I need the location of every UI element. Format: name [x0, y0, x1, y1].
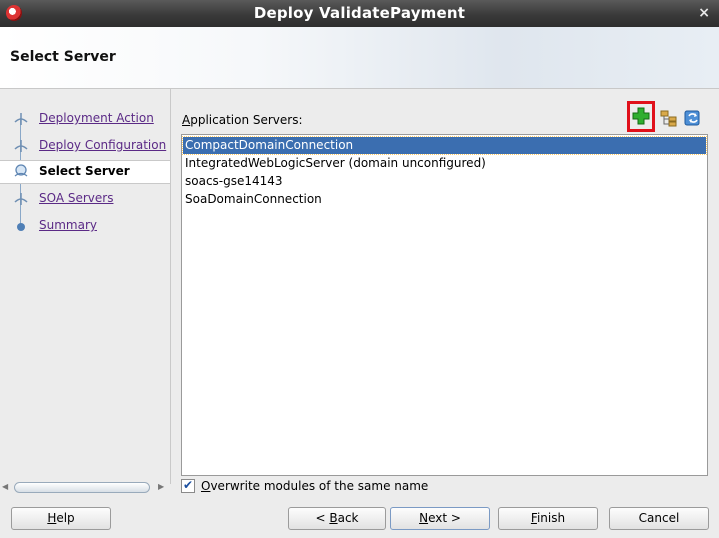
- step-label: Summary: [39, 218, 97, 232]
- step-deploy-configuration[interactable]: Deploy Configuration: [0, 135, 170, 157]
- step-label: SOA Servers: [39, 191, 114, 205]
- scroll-thumb[interactable]: [14, 482, 150, 493]
- application-servers-list[interactable]: CompactDomainConnection IntegratedWebLog…: [181, 134, 708, 476]
- step-label: Deployment Action: [39, 111, 154, 125]
- cancel-button[interactable]: Cancel: [609, 507, 709, 530]
- step-soa-servers[interactable]: SOA Servers: [0, 188, 170, 210]
- refresh-servers-button[interactable]: [683, 108, 707, 132]
- panel-divider: [170, 89, 171, 484]
- add-plus-icon: [632, 107, 650, 125]
- back-button[interactable]: < Back: [288, 507, 386, 530]
- step-label: Deploy Configuration: [39, 138, 167, 152]
- add-server-button[interactable]: [631, 106, 655, 130]
- next-button[interactable]: Next >: [390, 507, 490, 530]
- step-label: Select Server: [39, 164, 130, 178]
- step-final-icon: [17, 223, 25, 231]
- refresh-icon: [684, 110, 700, 126]
- step-done-icon: [14, 113, 28, 125]
- page-header: Select Server: [0, 27, 719, 89]
- close-icon[interactable]: ×: [698, 5, 710, 21]
- overwrite-checkbox[interactable]: [181, 478, 195, 493]
- list-item[interactable]: CompactDomainConnection: [182, 136, 707, 155]
- nav-horizontal-scrollbar[interactable]: ◀ ▶: [2, 481, 168, 493]
- server-tree-icon: [660, 110, 677, 127]
- step-select-server[interactable]: Select Server: [0, 160, 170, 184]
- step-current-icon: [14, 164, 28, 177]
- overwrite-label: Overwrite modules of the same name: [201, 479, 429, 493]
- window-title: Deploy ValidatePayment: [253, 4, 466, 22]
- browse-server-button[interactable]: [660, 109, 684, 133]
- finish-button[interactable]: Finish: [498, 507, 598, 530]
- page-title: Select Server: [10, 49, 116, 65]
- help-button[interactable]: Help: [11, 507, 111, 530]
- list-item[interactable]: soacs-gse14143: [183, 173, 706, 190]
- step-deployment-action[interactable]: Deployment Action: [0, 108, 170, 130]
- scroll-right-icon[interactable]: ▶: [158, 482, 164, 491]
- list-item[interactable]: IntegratedWebLogicServer (domain unconfi…: [183, 155, 706, 172]
- scroll-left-icon[interactable]: ◀: [2, 482, 8, 491]
- step-done-icon: [14, 140, 28, 152]
- title-bar: Deploy ValidatePayment ×: [0, 0, 719, 27]
- list-item[interactable]: SoaDomainConnection: [183, 191, 706, 208]
- step-todo-icon: [14, 193, 28, 205]
- application-servers-label: Application Servers:: [182, 113, 303, 127]
- step-summary[interactable]: Summary: [0, 215, 170, 237]
